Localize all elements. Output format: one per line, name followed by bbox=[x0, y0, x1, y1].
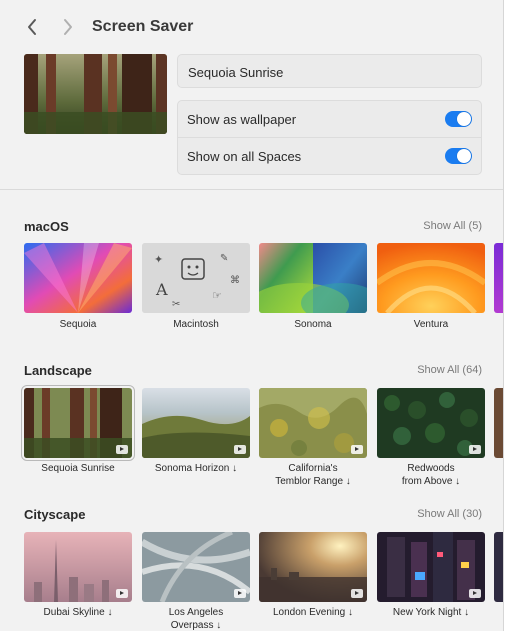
show-on-all-spaces-toggle[interactable] bbox=[445, 148, 472, 164]
chevron-right-icon bbox=[64, 19, 72, 35]
video-icon bbox=[116, 589, 128, 598]
thumbnail-dubai-skyline[interactable] bbox=[24, 532, 132, 602]
thumbnail-california-temblor-range[interactable] bbox=[259, 388, 367, 458]
thumbnail-label: Redwoods from Above ↓ bbox=[372, 462, 490, 488]
screen-saver-window: Screen Saver Sequoia Sunrise Show as wal… bbox=[0, 0, 504, 631]
label-line-2: Temblor Range ↓ bbox=[275, 476, 351, 487]
thumbnail-label: Sequoia Sunrise bbox=[41, 463, 115, 474]
show-as-wallpaper-row: Show as wallpaper bbox=[178, 101, 481, 138]
thumbnail-sonoma[interactable] bbox=[259, 243, 367, 313]
thumbnail-sequoia-sunrise[interactable] bbox=[21, 385, 135, 461]
chevron-left-icon bbox=[28, 19, 36, 35]
video-icon bbox=[234, 589, 246, 598]
video-icon bbox=[469, 589, 481, 598]
thumbnail-partial[interactable] bbox=[494, 532, 503, 602]
forward-button[interactable] bbox=[56, 14, 80, 40]
svg-text:✦: ✦ bbox=[154, 253, 163, 266]
thumbnail-partial[interactable] bbox=[494, 243, 503, 313]
section-title-landscape: Landscape bbox=[24, 363, 92, 378]
svg-text:✎: ✎ bbox=[220, 253, 228, 264]
thumbnail-label: Dubai Skyline ↓ bbox=[43, 607, 113, 618]
video-icon bbox=[469, 445, 481, 454]
thumbnail-label: Macintosh bbox=[173, 319, 219, 330]
video-icon bbox=[351, 445, 363, 454]
screen-saver-name: Sequoia Sunrise bbox=[188, 65, 284, 80]
thumbnail-label: New York Night ↓ bbox=[392, 607, 470, 618]
thumbnail-label: London Evening ↓ bbox=[272, 607, 354, 618]
thumbnail-london-evening[interactable] bbox=[259, 532, 367, 602]
page-title: Screen Saver bbox=[92, 18, 194, 35]
show-all-macos-button[interactable]: Show All (5) bbox=[423, 220, 482, 232]
show-as-wallpaper-toggle[interactable] bbox=[445, 111, 472, 127]
svg-text:⌘: ⌘ bbox=[230, 275, 240, 286]
show-as-wallpaper-label: Show as wallpaper bbox=[187, 112, 297, 127]
current-screen-saver-preview bbox=[24, 54, 167, 134]
back-button[interactable] bbox=[20, 14, 44, 40]
svg-text:✂: ✂ bbox=[172, 299, 180, 310]
video-icon bbox=[351, 589, 363, 598]
thumbnail-partial[interactable] bbox=[494, 388, 503, 458]
thumbnail-sonoma-horizon[interactable] bbox=[142, 388, 250, 458]
label-line-2: from Above ↓ bbox=[401, 476, 461, 487]
thumbnail-label: Sequoia bbox=[59, 319, 97, 330]
thumbnail-label: Ventura bbox=[413, 319, 449, 330]
show-all-cityscape-button[interactable]: Show All (30) bbox=[417, 508, 482, 520]
toggle-knob bbox=[457, 149, 471, 163]
thumbnail-sequoia[interactable] bbox=[24, 243, 132, 313]
toolbar: Screen Saver bbox=[0, 0, 503, 54]
label-line-1: California's bbox=[288, 463, 338, 474]
thumbnail-label: Los Angeles Overpass ↓ bbox=[137, 606, 255, 631]
divider bbox=[0, 189, 503, 190]
svg-text:☞: ☞ bbox=[212, 289, 222, 302]
thumbnail-macintosh[interactable]: ✦ ✎ A ☞ ⌘ ✂ bbox=[142, 243, 250, 313]
options-group: Show as wallpaper Show on all Spaces bbox=[177, 100, 482, 175]
thumbnail-ventura[interactable] bbox=[377, 243, 485, 313]
thumbnail-new-york-night[interactable] bbox=[377, 532, 485, 602]
svg-text:A: A bbox=[155, 280, 168, 299]
label-line-2: Overpass ↓ bbox=[170, 620, 222, 631]
thumbnail-redwoods-from-above[interactable] bbox=[377, 388, 485, 458]
video-icon bbox=[234, 445, 246, 454]
show-all-landscape-button[interactable]: Show All (64) bbox=[417, 364, 482, 376]
label-line-1: Redwoods bbox=[407, 463, 455, 474]
show-on-all-spaces-label: Show on all Spaces bbox=[187, 149, 302, 164]
thumbnail-los-angeles-overpass[interactable] bbox=[142, 532, 250, 602]
thumbnail-label: Sonoma bbox=[294, 319, 332, 330]
thumbnail-label: Sonoma Horizon ↓ bbox=[154, 463, 238, 474]
video-icon bbox=[116, 445, 128, 454]
show-on-all-spaces-row: Show on all Spaces bbox=[178, 138, 481, 174]
section-title-cityscape: Cityscape bbox=[24, 507, 86, 522]
screen-saver-name-field: Sequoia Sunrise bbox=[177, 54, 482, 88]
toggle-knob bbox=[457, 112, 471, 126]
thumbnail-label: California's Temblor Range ↓ bbox=[254, 462, 372, 488]
label-line-1: Los Angeles bbox=[168, 607, 224, 618]
section-title-macos: macOS bbox=[24, 219, 69, 234]
